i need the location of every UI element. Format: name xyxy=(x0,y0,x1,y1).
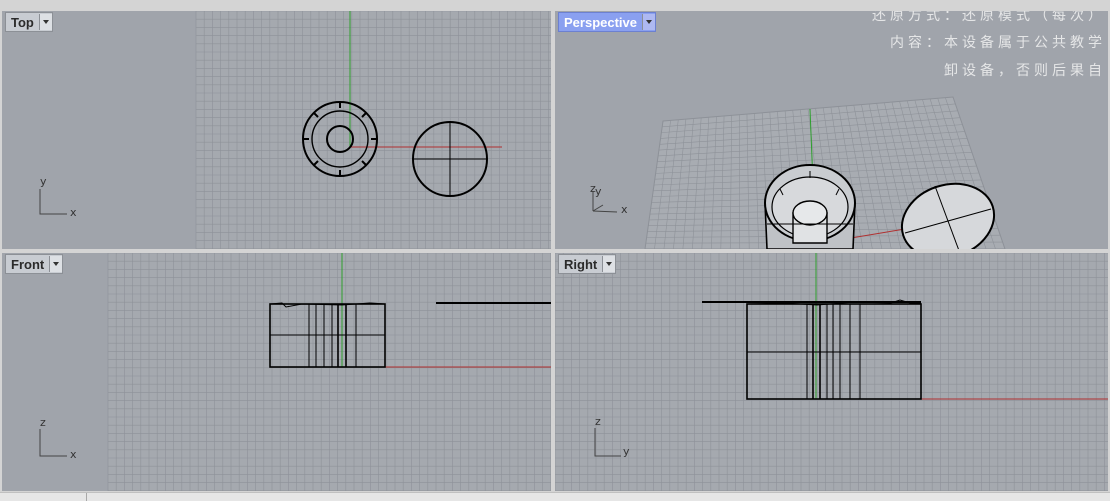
viewport-right[interactable]: Right z y xyxy=(555,253,1108,491)
viewport-top[interactable]: Top y x xyxy=(2,11,551,249)
svg-text:y: y xyxy=(595,185,602,198)
viewport-right-title[interactable]: Right xyxy=(558,254,616,274)
disc-top-view xyxy=(413,122,487,196)
chevron-down-icon[interactable] xyxy=(642,14,655,30)
svg-text:x: x xyxy=(621,203,628,216)
svg-text:x: x xyxy=(70,206,77,219)
svg-text:z: z xyxy=(595,415,601,428)
top-grid xyxy=(196,11,551,249)
viewport-top-title[interactable]: Top xyxy=(5,12,53,32)
watermark-line-1: 还原方式：还原模式（每次） xyxy=(872,11,1106,25)
viewport-perspective[interactable]: Perspective z y xyxy=(555,11,1108,249)
axis-indicator: z y x xyxy=(590,182,628,216)
front-grid xyxy=(108,253,551,491)
chevron-down-icon[interactable] xyxy=(602,256,615,272)
svg-text:y: y xyxy=(40,175,47,188)
viewport-right-label: Right xyxy=(564,257,597,272)
chevron-down-icon[interactable] xyxy=(49,256,62,272)
viewport-perspective-label: Perspective xyxy=(564,15,637,30)
chevron-down-icon[interactable] xyxy=(39,14,52,30)
viewport-top-label: Top xyxy=(11,15,34,30)
watermark-line-3: 卸设备，否则后果自 xyxy=(944,60,1106,80)
viewport-front-label: Front xyxy=(11,257,44,272)
cylinder-perspective xyxy=(765,165,855,249)
top-view-canvas: y x xyxy=(2,11,551,249)
viewport-front[interactable]: Front z x xyxy=(2,253,551,491)
viewport-perspective-title[interactable]: Perspective xyxy=(558,12,656,32)
front-view-canvas: z x xyxy=(2,253,551,491)
right-grid xyxy=(555,253,1108,491)
svg-text:x: x xyxy=(70,448,77,461)
watermark-line-2: 内容：本设备属于公共教学 xyxy=(890,32,1106,52)
right-view-canvas: z y xyxy=(555,253,1108,491)
svg-text:y: y xyxy=(623,445,630,458)
viewport-front-title[interactable]: Front xyxy=(5,254,63,274)
axis-indicator: y x xyxy=(40,175,77,219)
axis-indicator: z x xyxy=(40,416,77,461)
svg-text:z: z xyxy=(40,416,46,429)
